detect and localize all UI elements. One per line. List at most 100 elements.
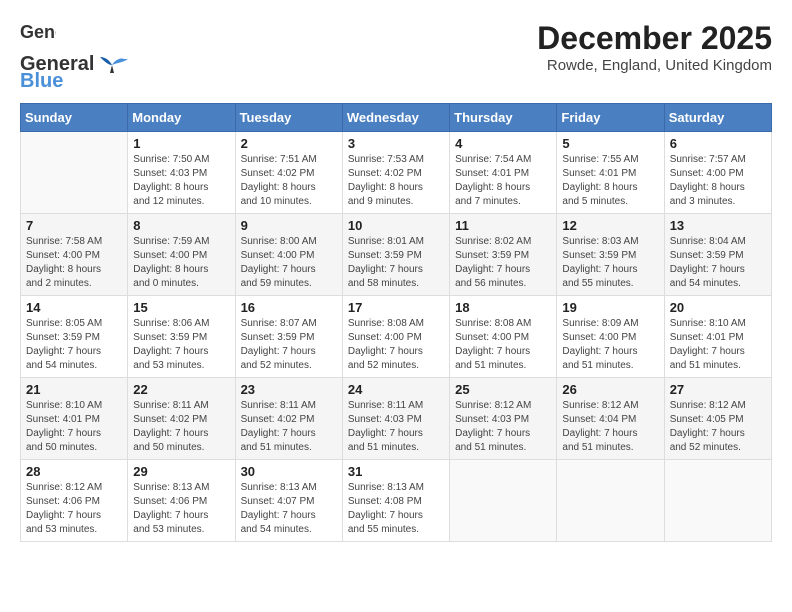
day-info: Sunrise: 8:12 AM Sunset: 4:04 PM Dayligh…: [562, 399, 658, 455]
day-info: Sunrise: 8:11 AM Sunset: 4:02 PM Dayligh…: [133, 399, 229, 455]
weekday-wednesday: Wednesday: [342, 104, 449, 132]
calendar-cell: 23Sunrise: 8:11 AM Sunset: 4:02 PM Dayli…: [235, 378, 342, 460]
day-number: 14: [26, 300, 122, 315]
day-number: 31: [348, 464, 444, 479]
calendar-cell: 20 Sunrise: 8:10 AM Sunset: 4:01 PM Dayli…: [664, 296, 771, 378]
calendar-week-row: 7Sunrise: 7:58 AM Sunset: 4:00 PM Daylig…: [21, 214, 772, 296]
day-info: Sunrise: 8:06 AM Sunset: 3:59 PM Dayligh…: [133, 317, 229, 373]
calendar-cell: 11 Sunrise: 8:02 AM Sunset: 3:59 PM Dayli…: [450, 214, 557, 296]
day-info: Sunrise: 8:04 AM Sunset: 3:59 PM Dayligh…: [670, 235, 766, 291]
day-info: Sunrise: 8:12 AM Sunset: 4:03 PM Dayligh…: [455, 399, 551, 455]
day-info: Sunrise: 7:59 AM Sunset: 4:00 PM Dayligh…: [133, 235, 229, 291]
calendar-cell: 24 Sunrise: 8:11 AM Sunset: 4:03 PM Dayli…: [342, 378, 449, 460]
day-info: Sunrise: 8:13 AM Sunset: 4:07 PM Dayligh…: [241, 481, 337, 537]
day-number: 4: [455, 136, 551, 151]
day-number: 2: [241, 136, 337, 151]
day-number: 16: [241, 300, 337, 315]
calendar-cell: 6 Sunrise: 7:57 AM Sunset: 4:00 PM Daylig…: [664, 132, 771, 214]
day-info: Sunrise: 8:11 AM Sunset: 4:03 PM Dayligh…: [348, 399, 444, 455]
day-number: 1: [133, 136, 229, 151]
day-info: Sunrise: 8:08 AM Sunset: 4:00 PM Dayligh…: [455, 317, 551, 373]
day-info: Sunrise: 8:05 AM Sunset: 3:59 PM Dayligh…: [26, 317, 122, 373]
calendar-cell: 18 Sunrise: 8:08 AM Sunset: 4:00 PM Dayli…: [450, 296, 557, 378]
logo: General General Blue: [20, 20, 128, 93]
weekday-thursday: Thursday: [450, 104, 557, 132]
calendar-cell: 1Sunrise: 7:50 AM Sunset: 4:03 PM Daylig…: [128, 132, 235, 214]
day-info: Sunrise: 8:07 AM Sunset: 3:59 PM Dayligh…: [241, 317, 337, 373]
calendar-cell: 27Sunrise: 8:12 AM Sunset: 4:05 PM Dayli…: [664, 378, 771, 460]
day-number: 18: [455, 300, 551, 315]
calendar-cell: 17 Sunrise: 8:08 AM Sunset: 4:00 PM Dayli…: [342, 296, 449, 378]
day-info: Sunrise: 8:02 AM Sunset: 3:59 PM Dayligh…: [455, 235, 551, 291]
title-block: December 2025 Rowde, England, United Kin…: [537, 20, 772, 74]
day-info: Sunrise: 8:08 AM Sunset: 4:00 PM Dayligh…: [348, 317, 444, 373]
calendar-cell: 7Sunrise: 7:58 AM Sunset: 4:00 PM Daylig…: [21, 214, 128, 296]
day-info: Sunrise: 8:00 AM Sunset: 4:00 PM Dayligh…: [241, 235, 337, 291]
day-number: 29: [133, 464, 229, 479]
calendar-cell: [557, 460, 664, 542]
day-number: 7: [26, 218, 122, 233]
day-number: 30: [241, 464, 337, 479]
calendar-cell: 10 Sunrise: 8:01 AM Sunset: 3:59 PM Dayli…: [342, 214, 449, 296]
day-info: Sunrise: 7:55 AM Sunset: 4:01 PM Dayligh…: [562, 153, 658, 209]
day-number: 20: [670, 300, 766, 315]
day-number: 6: [670, 136, 766, 151]
day-info: Sunrise: 8:03 AM Sunset: 3:59 PM Dayligh…: [562, 235, 658, 291]
day-number: 5: [562, 136, 658, 151]
day-number: 25: [455, 382, 551, 397]
weekday-saturday: Saturday: [664, 104, 771, 132]
day-info: Sunrise: 7:54 AM Sunset: 4:01 PM Dayligh…: [455, 153, 551, 209]
day-info: Sunrise: 8:12 AM Sunset: 4:06 PM Dayligh…: [26, 481, 122, 537]
calendar-week-row: 14 Sunrise: 8:05 AM Sunset: 3:59 PM Dayli…: [21, 296, 772, 378]
day-info: Sunrise: 7:57 AM Sunset: 4:00 PM Dayligh…: [670, 153, 766, 209]
day-number: 11: [455, 218, 551, 233]
calendar-cell: 19 Sunrise: 8:09 AM Sunset: 4:00 PM Dayli…: [557, 296, 664, 378]
day-info: Sunrise: 7:53 AM Sunset: 4:02 PM Dayligh…: [348, 153, 444, 209]
calendar-table: SundayMondayTuesdayWednesdayThursdayFrid…: [20, 103, 772, 542]
calendar-cell: 15Sunrise: 8:06 AM Sunset: 3:59 PM Dayli…: [128, 296, 235, 378]
calendar-cell: 3 Sunrise: 7:53 AM Sunset: 4:02 PM Daylig…: [342, 132, 449, 214]
logo-icon: General: [20, 20, 56, 53]
day-number: 22: [133, 382, 229, 397]
svg-text:General: General: [20, 22, 56, 42]
day-number: 24: [348, 382, 444, 397]
page-header: General General Blue December 2025 Rowde…: [20, 20, 772, 93]
calendar-cell: 16 Sunrise: 8:07 AM Sunset: 3:59 PM Dayli…: [235, 296, 342, 378]
calendar-cell: 12Sunrise: 8:03 AM Sunset: 3:59 PM Dayli…: [557, 214, 664, 296]
calendar-cell: 26Sunrise: 8:12 AM Sunset: 4:04 PM Dayli…: [557, 378, 664, 460]
day-number: 10: [348, 218, 444, 233]
day-number: 21: [26, 382, 122, 397]
day-number: 28: [26, 464, 122, 479]
day-info: Sunrise: 8:10 AM Sunset: 4:01 PM Dayligh…: [26, 399, 122, 455]
calendar-cell: 29 Sunrise: 8:13 AM Sunset: 4:06 PM Dayli…: [128, 460, 235, 542]
calendar-week-row: 21 Sunrise: 8:10 AM Sunset: 4:01 PM Dayli…: [21, 378, 772, 460]
day-number: 17: [348, 300, 444, 315]
weekday-header-row: SundayMondayTuesdayWednesdayThursdayFrid…: [21, 104, 772, 132]
weekday-monday: Monday: [128, 104, 235, 132]
calendar-week-row: 1Sunrise: 7:50 AM Sunset: 4:03 PM Daylig…: [21, 132, 772, 214]
calendar-cell: 8Sunrise: 7:59 AM Sunset: 4:00 PM Daylig…: [128, 214, 235, 296]
calendar-cell: 30 Sunrise: 8:13 AM Sunset: 4:07 PM Dayli…: [235, 460, 342, 542]
day-info: Sunrise: 8:01 AM Sunset: 3:59 PM Dayligh…: [348, 235, 444, 291]
calendar-cell: [450, 460, 557, 542]
calendar-cell: 28 Sunrise: 8:12 AM Sunset: 4:06 PM Dayli…: [21, 460, 128, 542]
calendar-cell: 21 Sunrise: 8:10 AM Sunset: 4:01 PM Dayli…: [21, 378, 128, 460]
calendar-cell: 4 Sunrise: 7:54 AM Sunset: 4:01 PM Daylig…: [450, 132, 557, 214]
day-number: 27: [670, 382, 766, 397]
day-number: 13: [670, 218, 766, 233]
weekday-friday: Friday: [557, 104, 664, 132]
day-number: 19: [562, 300, 658, 315]
calendar-week-row: 28 Sunrise: 8:12 AM Sunset: 4:06 PM Dayli…: [21, 460, 772, 542]
day-info: Sunrise: 8:11 AM Sunset: 4:02 PM Dayligh…: [241, 399, 337, 455]
day-number: 3: [348, 136, 444, 151]
weekday-sunday: Sunday: [21, 104, 128, 132]
calendar-cell: [664, 460, 771, 542]
day-info: Sunrise: 8:10 AM Sunset: 4:01 PM Dayligh…: [670, 317, 766, 373]
calendar-cell: 13 Sunrise: 8:04 AM Sunset: 3:59 PM Dayli…: [664, 214, 771, 296]
day-info: Sunrise: 8:13 AM Sunset: 4:06 PM Dayligh…: [133, 481, 229, 537]
calendar-cell: 14 Sunrise: 8:05 AM Sunset: 3:59 PM Dayli…: [21, 296, 128, 378]
day-info: Sunrise: 8:09 AM Sunset: 4:00 PM Dayligh…: [562, 317, 658, 373]
location: Rowde, England, United Kingdom: [537, 57, 772, 74]
calendar-cell: 2Sunrise: 7:51 AM Sunset: 4:02 PM Daylig…: [235, 132, 342, 214]
logo-blue: Blue: [20, 70, 63, 93]
